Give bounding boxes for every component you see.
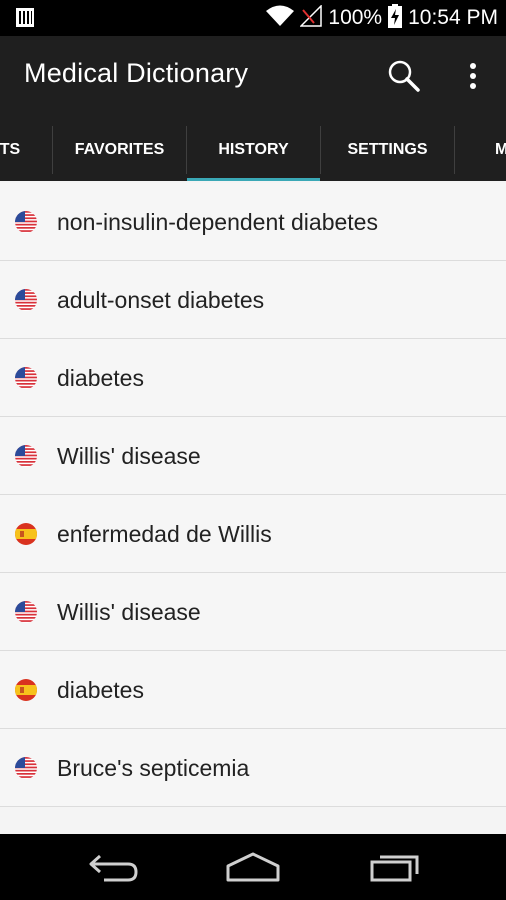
us-flag-icon xyxy=(15,445,37,467)
app-bar: Medical Dictionary xyxy=(0,36,506,118)
home-icon xyxy=(224,852,282,890)
history-item[interactable]: adult-onset diabetes xyxy=(0,261,506,339)
us-flag-icon xyxy=(15,367,37,389)
us-flag-icon xyxy=(15,289,37,311)
history-list: non-insulin-dependent diabetes adult-ons… xyxy=(0,183,506,807)
history-item[interactable]: Willis' disease xyxy=(0,573,506,651)
tab-partial-left[interactable]: TS xyxy=(0,118,52,181)
overflow-menu-icon xyxy=(458,63,488,100)
history-term: enfermedad de Willis xyxy=(57,521,272,547)
search-icon xyxy=(386,60,422,98)
history-item[interactable]: non-insulin-dependent diabetes xyxy=(0,183,506,261)
back-button[interactable] xyxy=(86,848,142,886)
recent-apps-button[interactable] xyxy=(368,848,422,886)
search-button[interactable] xyxy=(386,58,422,94)
battery-percent: 100% xyxy=(328,6,383,29)
history-item[interactable]: enfermedad de Willis xyxy=(0,495,506,573)
tab-settings[interactable]: SETTINGS xyxy=(321,118,454,181)
history-item[interactable]: Bruce's septicemia xyxy=(0,729,506,807)
tab-favorites[interactable]: FAVORITES xyxy=(53,118,186,181)
home-button[interactable] xyxy=(224,848,282,886)
spain-flag-icon xyxy=(15,679,37,701)
spain-flag-icon xyxy=(15,523,37,545)
tab-partial-right[interactable]: M xyxy=(455,118,506,181)
wifi-icon xyxy=(266,5,295,32)
history-term: Willis' disease xyxy=(57,443,201,469)
history-item[interactable]: Willis' disease xyxy=(0,417,506,495)
battery-charging-icon xyxy=(388,3,403,33)
tab-label: M xyxy=(495,140,506,158)
us-flag-icon xyxy=(15,601,37,623)
tab-bar: TS FAVORITES HISTORY SETTINGS M xyxy=(0,118,506,181)
app-title: Medical Dictionary xyxy=(24,58,249,88)
history-term: Bruce's septicemia xyxy=(57,755,250,781)
no-signal-icon xyxy=(299,3,323,32)
tab-history[interactable]: HISTORY xyxy=(187,118,320,181)
tab-label: TS xyxy=(0,140,21,158)
history-item[interactable]: diabetes xyxy=(0,651,506,729)
tab-label: SETTINGS xyxy=(347,140,428,158)
history-item[interactable]: diabetes xyxy=(0,339,506,417)
history-term: non-insulin-dependent diabetes xyxy=(57,209,378,235)
clock: 10:54 PM xyxy=(408,6,498,29)
us-flag-icon xyxy=(15,757,37,779)
overflow-menu-button[interactable] xyxy=(458,60,488,96)
status-bar: 100% 10:54 PM xyxy=(0,0,506,36)
tab-label: FAVORITES xyxy=(74,140,165,158)
back-icon xyxy=(86,854,142,890)
tab-label: HISTORY xyxy=(218,140,289,158)
navigation-bar xyxy=(0,834,506,900)
history-term: diabetes xyxy=(57,677,144,703)
history-term: diabetes xyxy=(57,365,144,391)
recent-apps-icon xyxy=(368,855,422,890)
us-flag-icon xyxy=(15,211,37,233)
sim-icon xyxy=(16,8,34,27)
history-term: Willis' disease xyxy=(57,599,201,625)
history-term: adult-onset diabetes xyxy=(57,287,265,313)
